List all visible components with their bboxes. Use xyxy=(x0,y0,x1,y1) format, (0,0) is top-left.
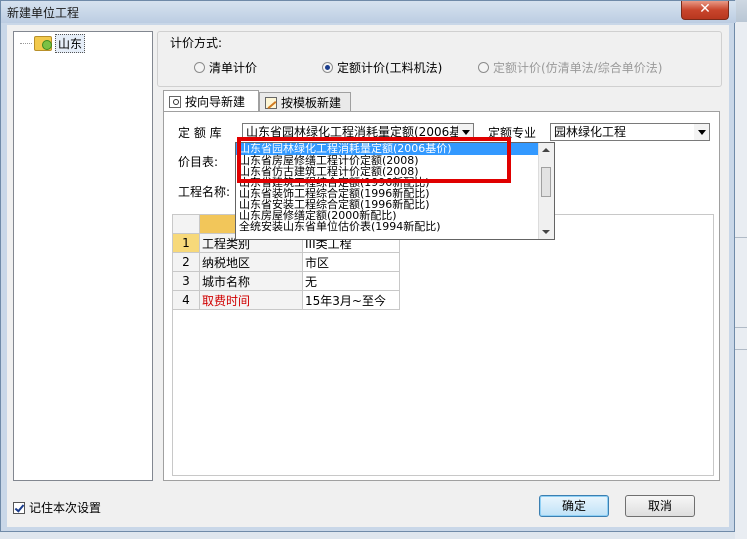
tab-template-create[interactable]: 按模板新建 xyxy=(259,92,351,112)
cancel-button[interactable]: 取消 xyxy=(625,495,695,517)
quota-major-value: 园林绿化工程 xyxy=(554,125,627,139)
close-button[interactable]: ✕ xyxy=(681,1,729,20)
row-name: 城市名称 xyxy=(199,271,303,291)
row-name: 取费时间 xyxy=(199,290,303,310)
checkbox-label: 记住本次设置 xyxy=(29,501,102,515)
checkbox-checked-icon xyxy=(13,501,25,514)
tab-label: 按模板新建 xyxy=(281,96,342,110)
quota-major-select[interactable]: 园林绿化工程 xyxy=(550,123,710,141)
tree-item-shandong[interactable]: 山东 xyxy=(20,33,86,53)
radio-quota-pricing[interactable]: 定额计价(工料机法) xyxy=(322,59,442,76)
row-number: 3 xyxy=(172,271,200,291)
radio-bill-pricing[interactable]: 清单计价 xyxy=(194,59,257,76)
background-window-edge xyxy=(735,22,747,539)
price-table-label: 价目表: xyxy=(178,155,219,169)
radio-circle-icon xyxy=(194,62,205,73)
grid-corner xyxy=(172,214,200,234)
magnifier-page-icon xyxy=(169,95,181,108)
row-number: 1 xyxy=(172,233,200,253)
row-value[interactable]: 15年3月~至今 xyxy=(302,290,400,310)
radio-label: 定额计价(工料机法) xyxy=(337,61,443,75)
dropdown-scrollbar[interactable] xyxy=(538,143,554,239)
scroll-up-icon[interactable] xyxy=(542,148,550,152)
row-value[interactable]: 市区 xyxy=(302,252,400,272)
tab-wizard-create[interactable]: 按向导新建 xyxy=(163,90,259,112)
folder-region-icon xyxy=(34,35,52,51)
row-number: 2 xyxy=(172,252,200,272)
title-bar: 新建单位工程 ✕ xyxy=(1,1,736,23)
new-project-dialog: 新建单位工程 ✕ 山东 计价方式: 清单计价 定额计价(工料机法) 定额计价(仿… xyxy=(0,0,736,532)
project-name-label: 工程名称: xyxy=(178,185,231,199)
row-name: 纳税地区 xyxy=(199,252,303,272)
ok-button[interactable]: 确定 xyxy=(539,495,609,517)
pricing-method-label: 计价方式: xyxy=(168,34,225,51)
row-number: 4 xyxy=(172,290,200,310)
tab-label: 按向导新建 xyxy=(185,95,246,109)
pencil-page-icon xyxy=(265,96,277,109)
table-row[interactable]: 2 纳税地区 市区 xyxy=(172,252,400,272)
radio-circle-icon xyxy=(478,62,489,73)
remember-settings-checkbox[interactable]: 记住本次设置 xyxy=(13,499,101,516)
tree-connector xyxy=(20,42,32,44)
dialog-client-area: 山东 计价方式: 清单计价 定额计价(工料机法) 定额计价(仿清单法/综合单价法… xyxy=(7,25,729,527)
region-tree[interactable]: 山东 xyxy=(13,31,153,481)
radio-label: 定额计价(仿清单法/综合单价法) xyxy=(493,61,663,75)
scroll-down-icon[interactable] xyxy=(542,230,550,234)
radio-quota-bill-method: 定额计价(仿清单法/综合单价法) xyxy=(478,59,662,76)
scroll-thumb[interactable] xyxy=(541,167,551,197)
tree-item-label: 山东 xyxy=(55,33,86,53)
table-row[interactable]: 3 城市名称 无 xyxy=(172,271,400,291)
row-value[interactable]: 无 xyxy=(302,271,400,291)
dropdown-option[interactable]: 全统安装山东省单位估价表(1994新配比) xyxy=(236,221,554,232)
quota-library-label: 定 额 库 xyxy=(178,126,222,140)
annotation-highlight-box xyxy=(237,137,511,183)
radio-selected-icon xyxy=(322,62,333,73)
pricing-method-group: 计价方式: 清单计价 定额计价(工料机法) 定额计价(仿清单法/综合单价法) xyxy=(157,31,722,87)
chevron-down-icon[interactable] xyxy=(694,124,709,140)
table-row[interactable]: 4 取费时间 15年3月~至今 xyxy=(172,290,400,310)
radio-label: 清单计价 xyxy=(209,61,258,75)
window-title: 新建单位工程 xyxy=(7,6,80,20)
